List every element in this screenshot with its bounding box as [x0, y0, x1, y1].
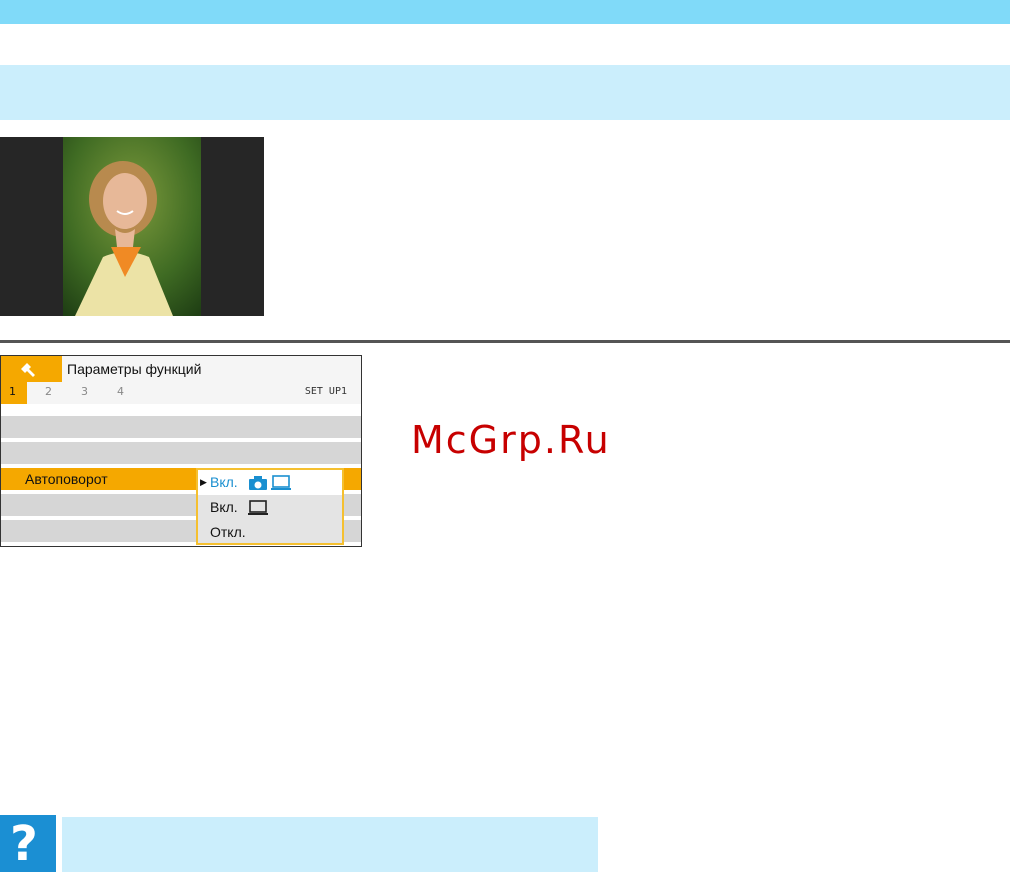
camera-icon — [249, 476, 267, 490]
option-label: Вкл. — [210, 474, 238, 490]
option-off[interactable]: Откл. — [198, 520, 342, 545]
option-label: Вкл. — [210, 499, 238, 515]
menu-row-empty[interactable] — [1, 416, 361, 438]
section-divider — [0, 340, 1010, 343]
camera-menu-screen: Параметры функций 1 2 3 4 SET UP1 Автопо… — [0, 355, 362, 547]
tab-2[interactable]: 2 — [45, 385, 52, 398]
auto-rotate-options: ▶ Вкл. Вкл. Откл. — [196, 468, 344, 545]
help-band — [62, 817, 598, 872]
menu-tab-row: 1 2 3 4 SET UP1 — [1, 382, 361, 404]
pointer-icon: ▶ — [200, 477, 207, 487]
tab-4[interactable]: 4 — [117, 385, 124, 398]
menu-row-empty[interactable] — [1, 442, 361, 464]
help-icon: ? — [0, 815, 56, 872]
tab-3[interactable]: 3 — [81, 385, 88, 398]
menu-title: Параметры функций — [67, 361, 202, 377]
auto-rotate-photo — [0, 137, 264, 316]
wrench-tab[interactable] — [1, 356, 62, 382]
option-on-computer[interactable]: Вкл. — [198, 495, 342, 520]
watermark-text: McGrp.Ru — [411, 418, 611, 462]
option-on-camera-computer[interactable]: ▶ Вкл. — [198, 470, 342, 495]
menu-header: Параметры функций — [1, 356, 361, 382]
option-label: Откл. — [210, 524, 246, 540]
tab-1[interactable]: 1 — [1, 382, 27, 404]
portrait-image — [63, 137, 201, 316]
menu-item-label: Автоповорот — [25, 471, 108, 487]
monitor-icon — [271, 475, 291, 490]
top-color-bar — [0, 0, 1010, 24]
section-header-band — [0, 65, 1010, 120]
wrench-icon — [21, 363, 35, 377]
monitor-icon — [248, 500, 268, 515]
setup-page-label: SET UP1 — [304, 386, 347, 397]
